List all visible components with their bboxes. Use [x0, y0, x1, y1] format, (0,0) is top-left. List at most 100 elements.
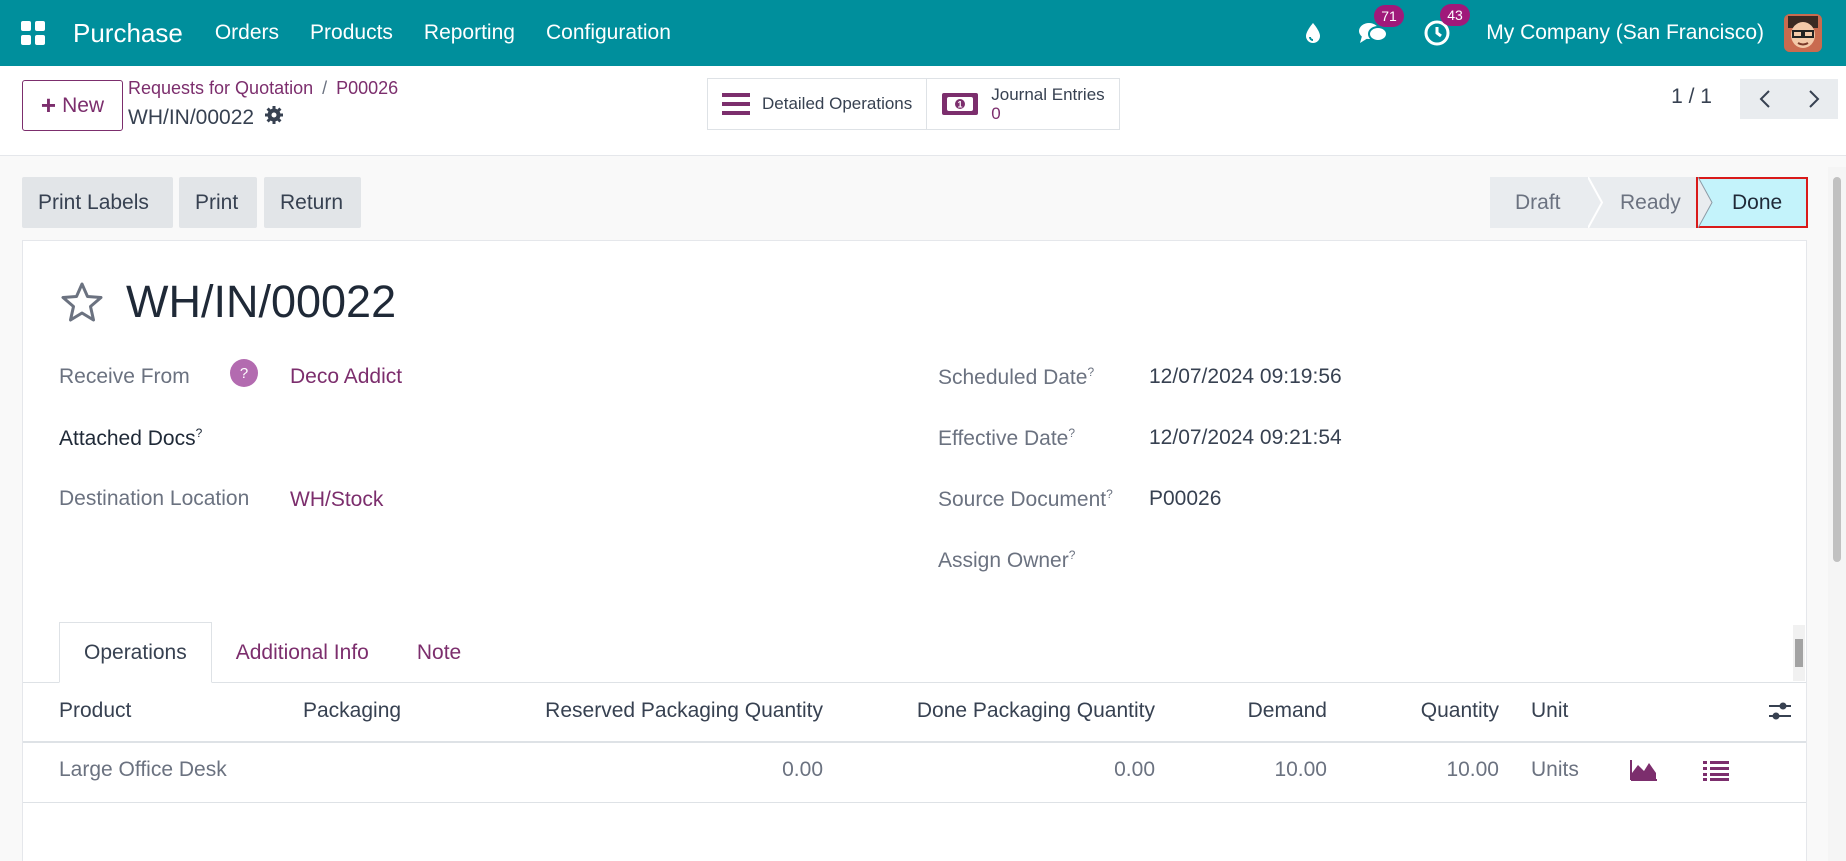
app-name[interactable]: Purchase [73, 18, 183, 49]
breadcrumb-rfq[interactable]: Requests for Quotation [128, 78, 313, 98]
print-button[interactable]: Print [179, 177, 257, 228]
scheduled-date-label: Scheduled Date? [938, 365, 1094, 390]
cell-product[interactable]: Large Office Desk [59, 758, 227, 782]
column-header-unit[interactable]: Unit [1531, 699, 1568, 723]
column-header-quantity[interactable]: Quantity [1353, 699, 1499, 723]
record-title: WH/IN/00022 [126, 276, 397, 327]
scheduled-date-value[interactable]: 12/07/2024 09:19:56 [1149, 365, 1342, 389]
tooltip-mark[interactable]: ? [1087, 365, 1094, 379]
row-divider [23, 802, 1806, 803]
chat-icon[interactable]: 71 [1358, 5, 1404, 45]
column-header-done-packaging-quantity[interactable]: Done Packaging Quantity [853, 699, 1155, 723]
form-sheet: WH/IN/00022 Receive From ? Deco Addict A… [22, 240, 1807, 861]
forecast-chart-icon[interactable] [1630, 759, 1658, 786]
new-button-label: New [62, 93, 105, 117]
stage-done-label: Done [1732, 190, 1783, 214]
record-name: WH/IN/00022 [128, 105, 284, 131]
company-switcher[interactable]: My Company (San Francisco) [1486, 21, 1764, 45]
detailed-operations-label: Detailed Operations [762, 94, 913, 113]
status-bar: Draft Ready Done [1490, 177, 1808, 228]
tab-additional-info[interactable]: Additional Info [212, 622, 393, 683]
help-icon[interactable]: ? [230, 359, 258, 387]
list-bars-icon [722, 92, 750, 116]
effective-date-value[interactable]: 12/07/2024 09:21:54 [1149, 426, 1342, 450]
clock-icon[interactable]: 43 [1424, 4, 1470, 46]
receive-from-label: Receive From ? [59, 359, 258, 389]
column-header-demand[interactable]: Demand [1183, 699, 1327, 723]
plus-icon: + [40, 90, 57, 120]
return-button[interactable]: Return [264, 177, 361, 228]
scheduled-date-label-text: Scheduled Date [938, 366, 1088, 389]
source-document-value[interactable]: P00026 [1149, 487, 1221, 511]
smart-buttons: Detailed Operations 1 Journal Entries 0 [707, 78, 1120, 130]
gear-icon[interactable] [264, 105, 284, 131]
attached-docs-label: Attached Docs? [59, 426, 202, 451]
receive-from-value[interactable]: Deco Addict [290, 365, 402, 389]
cell-unit[interactable]: Units [1531, 758, 1579, 782]
droplet-icon[interactable] [1304, 22, 1322, 44]
destination-location-value[interactable]: WH/Stock [290, 488, 383, 512]
menu-configuration[interactable]: Configuration [546, 21, 671, 45]
menu-reporting[interactable]: Reporting [424, 21, 515, 45]
user-avatar[interactable] [1784, 14, 1822, 52]
destination-location-label: Destination Location [59, 487, 250, 510]
pager-next-button[interactable] [1789, 79, 1838, 119]
page-scrollbar-thumb[interactable] [1833, 177, 1841, 562]
source-document-label-text: Source Document [938, 488, 1107, 511]
column-header-reserved-packaging-quantity[interactable]: Reserved Packaging Quantity [503, 699, 823, 723]
pager-previous-button[interactable] [1740, 79, 1789, 119]
stage-draft-label: Draft [1515, 190, 1561, 214]
cell-reserved-packaging-quantity[interactable]: 0.00 [503, 758, 823, 782]
tab-note[interactable]: Note [393, 622, 485, 683]
activities-badge: 43 [1440, 4, 1470, 26]
stage-separator-icon [1698, 177, 1713, 228]
journal-entries-button[interactable]: 1 Journal Entries 0 [926, 79, 1118, 129]
chevron-left-icon [1759, 90, 1770, 108]
top-navbar: Purchase Orders Products Reporting Confi… [0, 0, 1846, 66]
menu-products[interactable]: Products [310, 21, 393, 45]
control-panel: + New Requests for Quotation / P00026 WH/I… [0, 66, 1846, 156]
stage-done[interactable]: Done [1696, 177, 1808, 228]
assign-owner-label: Assign Owner? [938, 548, 1075, 573]
chevron-right-icon [1808, 90, 1819, 108]
tooltip-mark[interactable]: ? [1069, 548, 1076, 562]
details-list-icon[interactable] [1703, 761, 1729, 786]
notebook-tabs: Operations Additional Info Note [59, 622, 485, 683]
effective-date-label: Effective Date? [938, 426, 1075, 451]
receive-from-label-text: Receive From [59, 365, 190, 388]
cell-demand[interactable]: 10.00 [1183, 758, 1327, 782]
column-header-product[interactable]: Product [59, 699, 131, 723]
cell-done-packaging-quantity[interactable]: 0.00 [853, 758, 1155, 782]
column-header-packaging[interactable]: Packaging [303, 699, 401, 723]
journal-entries-label: Journal Entries [991, 85, 1105, 104]
attached-docs-label-text: Attached Docs [59, 427, 196, 450]
breadcrumb-po[interactable]: P00026 [336, 78, 398, 98]
optional-columns-icon[interactable] [1768, 699, 1792, 728]
effective-date-label-text: Effective Date [938, 427, 1069, 450]
stage-ready-label: Ready [1620, 190, 1681, 214]
stage-draft[interactable]: Draft [1490, 177, 1588, 228]
messages-badge: 71 [1374, 5, 1404, 27]
money-bill-icon: 1 [941, 92, 979, 116]
journal-entries-count: 0 [991, 104, 1001, 123]
detailed-operations-button[interactable]: Detailed Operations [708, 79, 926, 129]
tab-operations[interactable]: Operations [59, 622, 212, 683]
menu-orders[interactable]: Orders [215, 21, 279, 45]
cell-quantity[interactable]: 10.00 [1353, 758, 1499, 782]
apps-grid-icon[interactable] [0, 0, 66, 66]
star-icon[interactable] [60, 281, 104, 328]
tabs-scrollbar[interactable] [1793, 625, 1805, 681]
tooltip-mark[interactable]: ? [196, 426, 203, 440]
assign-owner-label-text: Assign Owner [938, 549, 1069, 572]
table-header-divider [23, 741, 1806, 743]
breadcrumb: Requests for Quotation / P00026 [128, 78, 399, 98]
print-labels-button[interactable]: Print Labels [22, 177, 173, 228]
tooltip-mark[interactable]: ? [1106, 487, 1113, 501]
page-scrollbar[interactable] [1828, 167, 1846, 861]
pager-value[interactable]: 1 / 1 [1671, 85, 1712, 109]
tooltip-mark[interactable]: ? [1068, 426, 1075, 440]
record-name-text: WH/IN/00022 [128, 106, 255, 129]
stage-ready[interactable]: Ready [1588, 177, 1696, 228]
new-button[interactable]: + New [22, 80, 123, 131]
source-document-label: Source Document? [938, 487, 1113, 512]
